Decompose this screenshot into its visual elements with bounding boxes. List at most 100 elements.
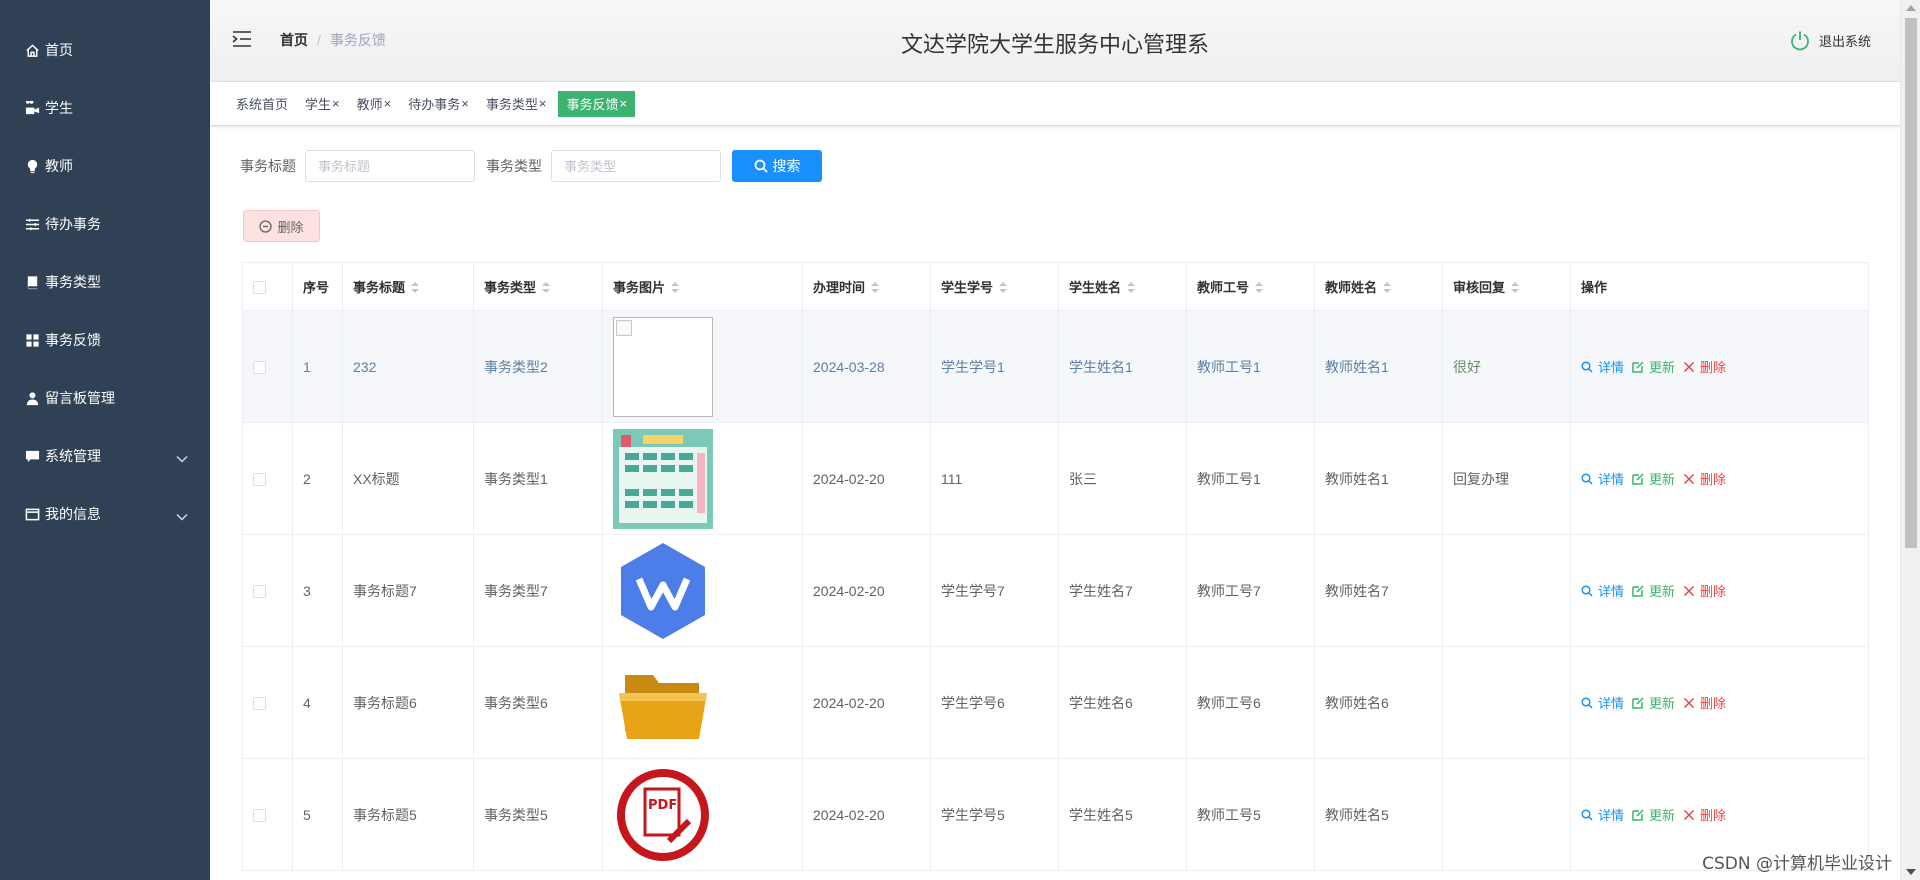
scroll-up-arrow-icon[interactable]: [1906, 5, 1916, 11]
svg-text:PDF: PDF: [648, 798, 677, 813]
sort-icon[interactable]: [999, 281, 1008, 296]
sort-icon[interactable]: [411, 281, 420, 296]
sort-icon[interactable]: [1511, 281, 1520, 296]
batch-delete-button[interactable]: 删除: [243, 210, 320, 242]
row-checkbox[interactable]: [253, 361, 266, 375]
sidebar-item-todo[interactable]: 待办事务: [0, 195, 210, 253]
delete-label: 删除: [1700, 360, 1727, 375]
column-header-sortable[interactable]: 教师工号: [1186, 262, 1315, 311]
close-icon[interactable]: ×: [461, 96, 469, 111]
cell-time: 2024-02-20: [802, 646, 931, 759]
scrollbar-thumb[interactable]: [1905, 18, 1917, 548]
close-icon[interactable]: ×: [539, 96, 547, 111]
tag-system-home[interactable]: 系统首页: [236, 91, 288, 117]
update-button[interactable]: 更新: [1632, 357, 1675, 376]
update-label: 更新: [1649, 360, 1676, 375]
sort-icon[interactable]: [871, 281, 880, 296]
detail-button[interactable]: 详情: [1581, 693, 1624, 712]
sidebar-item-affair-feedback[interactable]: 事务反馈: [0, 311, 210, 369]
broken-image[interactable]: [613, 316, 792, 417]
scroll-down-arrow-icon[interactable]: [1906, 869, 1916, 875]
logout-button[interactable]: 退出系统: [1789, 29, 1871, 51]
sidebar-item-system-management[interactable]: 系统管理: [0, 427, 210, 485]
row-checkbox[interactable]: [253, 809, 266, 823]
tag-label: 事务类型: [485, 97, 538, 112]
cell-image: [602, 422, 803, 535]
column-header-sortable[interactable]: 事务类型: [473, 262, 603, 311]
delete-button[interactable]: 删除: [1683, 469, 1726, 488]
cell-teacher-name: 教师姓名5: [1314, 758, 1443, 871]
sidebar-item-teacher[interactable]: 教师: [0, 137, 210, 195]
tag-affair-feedback[interactable]: 事务反馈 ×: [558, 90, 636, 117]
sidebar-item-my-info[interactable]: 我的信息: [0, 485, 210, 543]
cell-reply: 很好: [1442, 310, 1571, 423]
row-checkbox[interactable]: [253, 585, 266, 599]
vertical-scrollbar[interactable]: [1900, 0, 1920, 880]
sort-icon[interactable]: [1255, 281, 1264, 296]
folder-image[interactable]: [613, 653, 792, 753]
column-header-sortable[interactable]: 事务标题: [342, 262, 474, 311]
detail-button[interactable]: 详情: [1581, 357, 1624, 376]
column-header-sortable[interactable]: 学生学号: [930, 262, 1059, 311]
search-button-label: 搜索: [772, 158, 801, 174]
cell-title: 事务标题5: [342, 758, 474, 871]
delete-button[interactable]: 删除: [1683, 805, 1726, 824]
type-search-input[interactable]: [551, 150, 721, 182]
feedback-table: 序号 事务标题 事务类型 事务图片 办理时间 学生学号 学生姓名 教师工号 教师…: [242, 262, 1869, 871]
cell-index: 1: [292, 310, 343, 423]
delete-button[interactable]: 删除: [1683, 357, 1726, 376]
column-header-sortable[interactable]: 审核回复: [1442, 262, 1571, 311]
update-button[interactable]: 更新: [1632, 693, 1675, 712]
tag-todo[interactable]: 待办事务 ×: [408, 91, 469, 117]
detail-button[interactable]: 详情: [1581, 805, 1624, 824]
close-icon[interactable]: ×: [384, 96, 392, 111]
tag-teacher[interactable]: 教师 ×: [357, 91, 392, 117]
sort-icon[interactable]: [542, 281, 551, 296]
sort-icon[interactable]: [1127, 281, 1136, 296]
cell-title: 232: [342, 310, 474, 423]
select-all-cell: [242, 262, 293, 311]
title-search-input[interactable]: [305, 150, 475, 182]
cell-student-no: 学生学号5: [930, 758, 1059, 871]
cell-student-name: 张三: [1058, 422, 1187, 535]
sort-icon[interactable]: [1383, 281, 1392, 296]
column-header-sortable[interactable]: 事务图片: [602, 262, 803, 311]
pdf-icon-image[interactable]: PDF: [613, 765, 792, 865]
timetable-image[interactable]: [613, 428, 792, 529]
sort-icon[interactable]: [671, 281, 680, 296]
edit-icon: [1632, 360, 1644, 373]
sidebar-item-home[interactable]: 首页: [0, 21, 210, 79]
tag-student[interactable]: 学生 ×: [305, 91, 340, 117]
column-header-label: 教师工号: [1197, 279, 1250, 295]
sidebar-item-label: 事务类型: [45, 274, 101, 290]
delete-button[interactable]: 删除: [1683, 581, 1726, 600]
close-icon: [1684, 473, 1695, 484]
search-button[interactable]: 搜索: [732, 150, 822, 182]
update-button[interactable]: 更新: [1632, 469, 1675, 488]
tag-label: 待办事务: [408, 97, 461, 112]
sidebar-item-student[interactable]: 学生: [0, 79, 210, 137]
detail-label: 详情: [1598, 584, 1625, 599]
close-icon[interactable]: ×: [619, 96, 627, 111]
select-all-checkbox[interactable]: [253, 281, 266, 295]
sliders-icon: [24, 216, 40, 232]
column-header-sortable[interactable]: 教师姓名: [1314, 262, 1443, 311]
column-header-label: 学生姓名: [1069, 279, 1122, 295]
cell-teacher-name: 教师姓名1: [1314, 310, 1443, 423]
update-button[interactable]: 更新: [1632, 581, 1675, 600]
row-checkbox[interactable]: [253, 473, 266, 487]
search-icon: [1581, 472, 1593, 485]
delete-button[interactable]: 删除: [1683, 693, 1726, 712]
detail-button[interactable]: 详情: [1581, 469, 1624, 488]
detail-button[interactable]: 详情: [1581, 581, 1624, 600]
tag-affair-type[interactable]: 事务类型 ×: [486, 91, 547, 117]
sidebar-item-message-board[interactable]: 留言板管理: [0, 369, 210, 427]
row-checkbox[interactable]: [253, 697, 266, 711]
sidebar-item-affair-type[interactable]: 事务类型: [0, 253, 210, 311]
wps-logo-image[interactable]: [613, 541, 792, 641]
update-button[interactable]: 更新: [1632, 805, 1675, 824]
delete-label: 删除: [1700, 696, 1727, 711]
close-icon[interactable]: ×: [332, 96, 340, 111]
column-header-sortable[interactable]: 办理时间: [802, 262, 931, 311]
column-header-sortable[interactable]: 学生姓名: [1058, 262, 1187, 311]
